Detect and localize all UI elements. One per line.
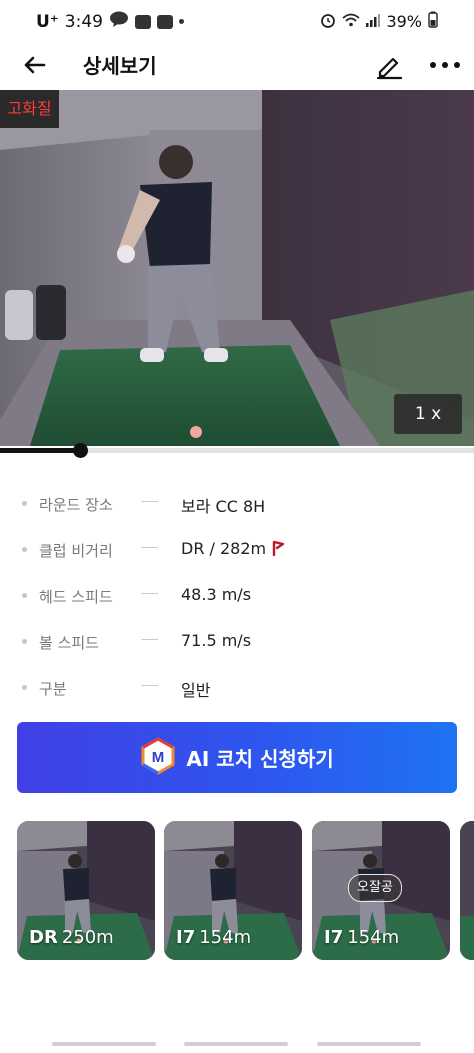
red-flag-icon bbox=[270, 540, 285, 560]
ai-coach-apply-button[interactable]: M AI 코치 신청하기 bbox=[17, 722, 457, 793]
detail-separator: ----- bbox=[141, 586, 159, 600]
coach-logo-letter: M bbox=[152, 749, 165, 766]
swing-video-player[interactable]: 고화질 1 x bbox=[0, 90, 474, 446]
more-horizontal-icon bbox=[430, 62, 460, 68]
detail-separator: ----- bbox=[141, 632, 159, 646]
detail-value: 일반 bbox=[181, 681, 211, 700]
nav-home-button[interactable] bbox=[184, 1042, 288, 1046]
detail-row-ball-speed: 볼 스피드 ----- 71.5 m/s bbox=[0, 621, 474, 667]
detail-value: 71.5 m/s bbox=[181, 631, 252, 650]
thumbnail-caption: DR 250m bbox=[29, 927, 114, 948]
thumbnail-club: I7 bbox=[324, 927, 344, 948]
progress-handle[interactable] bbox=[73, 443, 89, 458]
status-bar: U⁺ 3:49 39% bbox=[0, 0, 474, 42]
battery-icon bbox=[428, 11, 438, 32]
edit-button[interactable] bbox=[374, 50, 404, 80]
thumbnail-club: I7 bbox=[176, 927, 196, 948]
thumbnail-image bbox=[460, 821, 474, 960]
page-title: 상세보기 bbox=[83, 54, 157, 78]
gallery-notification-icon bbox=[134, 14, 151, 29]
battery-percent: 39% bbox=[386, 12, 422, 31]
detail-row-club-distance: 클럽 비거리 ----- DR / 282m bbox=[0, 529, 474, 575]
thumbnail-caption: I7 154m bbox=[176, 927, 251, 948]
carrier-label: U⁺ bbox=[36, 11, 59, 32]
shot-thumbnail[interactable]: 오잘공 I7 154m bbox=[312, 821, 450, 960]
back-button[interactable] bbox=[20, 50, 50, 80]
detail-separator: ----- bbox=[141, 678, 159, 692]
talk-notification-icon bbox=[109, 11, 129, 32]
related-shots-carousel[interactable]: DR 250m I7 154m 오잘공 I7 154m bbox=[17, 821, 474, 960]
detail-label: 라운드 장소 bbox=[39, 496, 113, 514]
detail-label: 구분 bbox=[39, 680, 67, 698]
arrow-left-icon bbox=[24, 56, 46, 74]
status-time: 3:49 bbox=[64, 11, 103, 32]
more-notifications-icon bbox=[178, 19, 184, 24]
ai-coach-label: AI 코치 신청하기 bbox=[186, 747, 334, 771]
nav-recents-button[interactable] bbox=[52, 1042, 156, 1046]
thumbnail-club: DR bbox=[29, 927, 58, 948]
detail-row-location: 라운드 장소 ----- 보라 CC 8H bbox=[0, 483, 474, 529]
bullet-dot bbox=[22, 593, 27, 598]
app-header: 상세보기 bbox=[0, 42, 474, 90]
wifi-icon bbox=[342, 12, 361, 31]
detail-row-head-speed: 헤드 스피드 ----- 48.3 m/s bbox=[0, 575, 474, 621]
coach-logo-icon: M bbox=[140, 736, 176, 779]
video-progress-bar[interactable] bbox=[0, 443, 474, 458]
progress-fill bbox=[0, 448, 81, 453]
detail-label: 클럽 비거리 bbox=[39, 542, 113, 560]
detail-separator: ----- bbox=[141, 494, 159, 508]
alarm-icon bbox=[320, 12, 336, 32]
more-options-button[interactable] bbox=[428, 50, 462, 80]
bullet-dot bbox=[22, 547, 27, 552]
shot-thumbnail[interactable]: I7 154m bbox=[164, 821, 302, 960]
system-navigation-bar bbox=[0, 1032, 474, 1053]
best-shot-badge: 오잘공 bbox=[348, 874, 402, 902]
detail-value-wrap: DR / 282m bbox=[181, 539, 285, 560]
thumbnail-distance: 154m bbox=[347, 927, 400, 948]
quality-badge[interactable]: 고화질 bbox=[0, 90, 59, 128]
bullet-dot bbox=[22, 501, 27, 506]
thumbnail-caption: I7 154m bbox=[324, 927, 399, 948]
shot-details: 라운드 장소 ----- 보라 CC 8H 클럽 비거리 ----- DR / … bbox=[0, 483, 474, 713]
nav-back-button[interactable] bbox=[317, 1042, 421, 1046]
bullet-dot bbox=[22, 685, 27, 690]
app-notification-icon bbox=[156, 14, 173, 29]
pencil-icon bbox=[376, 57, 403, 80]
detail-label: 볼 스피드 bbox=[39, 634, 99, 652]
bullet-dot bbox=[22, 639, 27, 644]
shot-thumbnail[interactable]: DR 250m bbox=[17, 821, 155, 960]
swing-video-frame bbox=[0, 90, 474, 446]
playback-speed-button[interactable]: 1 x bbox=[394, 394, 462, 434]
thumbnail-distance: 250m bbox=[61, 927, 114, 948]
detail-separator: ----- bbox=[141, 540, 159, 554]
detail-value: DR / 282m bbox=[181, 539, 267, 558]
thumbnail-distance: 154m bbox=[199, 927, 252, 948]
shot-thumbnail-partial[interactable] bbox=[460, 821, 474, 960]
detail-value: 48.3 m/s bbox=[181, 585, 252, 604]
detail-value: 보라 CC 8H bbox=[181, 497, 266, 516]
detail-label: 헤드 스피드 bbox=[39, 588, 113, 606]
signal-icon bbox=[366, 12, 381, 31]
detail-row-category: 구분 ----- 일반 bbox=[0, 667, 474, 713]
